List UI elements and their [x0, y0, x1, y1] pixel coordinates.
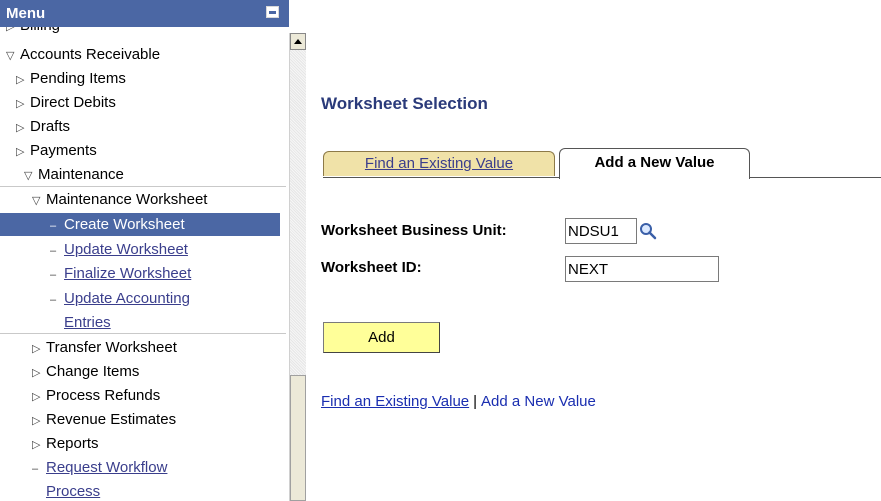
minus-icon[interactable] — [266, 6, 279, 18]
dash-icon: – — [32, 463, 39, 475]
expand-arrow-icon: ▷ — [32, 343, 41, 355]
expand-arrow-icon: ▷ — [16, 146, 25, 158]
menu-item-label: Direct Debits — [30, 94, 116, 111]
menu-item-link[interactable]: Update Accounting — [64, 290, 190, 307]
menu-item-update-accounting[interactable]: – Update Accounting — [50, 287, 190, 310]
menu-divider — [0, 333, 286, 334]
menu-item-link[interactable]: Request Workflow — [46, 459, 167, 476]
menu-item-finalize-worksheet[interactable]: – Finalize Worksheet — [50, 262, 191, 285]
menu-item-label: Drafts — [30, 118, 71, 135]
menu-item-label: Maintenance — [38, 166, 124, 183]
magnifier-icon[interactable] — [639, 222, 657, 240]
expand-arrow-icon: ▷ — [32, 415, 41, 427]
collapse-arrow-icon: ▽ — [24, 170, 33, 182]
worksheet-id-label: Worksheet ID: — [321, 259, 422, 276]
menu-item-label: Change Items — [46, 363, 140, 380]
menu-item-label: Payments — [30, 142, 97, 159]
menu-item-create-worksheet[interactable]: – Create Worksheet — [0, 213, 280, 236]
menu-item-maintenance-worksheet[interactable]: ▽ Maintenance Worksheet — [32, 188, 207, 211]
up-arrow-icon[interactable] — [290, 33, 306, 50]
menu-item-change-items[interactable]: ▷ Change Items — [32, 360, 139, 383]
menu-item-reports[interactable]: ▷ Reports — [32, 432, 99, 455]
tab-label: Find an Existing Value — [364, 155, 514, 172]
menu-scrollbar[interactable] — [289, 33, 306, 501]
menu-header: Menu — [0, 0, 289, 27]
menu-item-payments[interactable]: ▷ Payments — [16, 139, 97, 162]
menu-item-process-refunds[interactable]: ▷ Process Refunds — [32, 384, 160, 407]
page-title: Worksheet Selection — [321, 94, 488, 113]
menu-item-link[interactable]: Update Worksheet — [64, 241, 188, 258]
scrollbar-thumb[interactable] — [290, 375, 306, 501]
expand-arrow-icon: ▷ — [32, 367, 41, 379]
menu-item-transfer-worksheet[interactable]: ▷ Transfer Worksheet — [32, 336, 177, 359]
dash-icon: – — [50, 245, 57, 257]
menu-item-link[interactable]: Entries — [64, 314, 111, 331]
dash-icon: – — [50, 269, 57, 281]
find-existing-value-link[interactable]: Find an Existing Value — [321, 393, 469, 410]
bottom-links: Find an Existing Value | Add a New Value — [321, 393, 596, 410]
tab-gap — [560, 177, 749, 179]
worksheet-id-input[interactable] — [565, 256, 719, 282]
expand-arrow-icon: ▷ — [32, 391, 41, 403]
expand-arrow-icon: ▷ — [32, 439, 41, 451]
menu-item-maintenance[interactable]: ▽ Maintenance — [24, 163, 124, 186]
business-unit-label: Worksheet Business Unit: — [321, 222, 507, 239]
link-separator: | — [473, 393, 478, 410]
menu-item-drafts[interactable]: ▷ Drafts — [16, 115, 70, 138]
expand-arrow-icon: ▷ — [16, 74, 25, 86]
tab-find-existing-value[interactable]: Find an Existing Value — [323, 151, 555, 176]
menu-item-entries[interactable]: Entries — [64, 311, 111, 334]
menu-item-link[interactable]: Process — [46, 483, 100, 500]
menu-divider — [0, 186, 286, 187]
expand-arrow-icon: ▷ — [16, 98, 25, 110]
navigation-menu: ▷Billing ▽Accounts Receivable ▷Pending I… — [0, 0, 289, 501]
menu-item-revenue-estimates[interactable]: ▷ Revenue Estimates — [32, 408, 176, 431]
menu-item-request-workflow[interactable]: – Request Workflow — [32, 456, 167, 479]
menu-item-label: Transfer Worksheet — [46, 339, 177, 356]
menu-item-accounts-receivable[interactable]: ▽ Accounts Receivable — [6, 43, 160, 66]
expand-arrow-icon: ▷ — [16, 122, 25, 134]
menu-item-label: Accounts Receivable — [20, 46, 161, 63]
tab-add-new-value[interactable]: Add a New Value — [559, 148, 750, 179]
menu-item-label: Pending Items — [30, 70, 126, 87]
menu-item-label: Maintenance Worksheet — [46, 191, 208, 208]
menu-item-link[interactable]: Finalize Worksheet — [64, 265, 191, 282]
business-unit-input[interactable] — [565, 218, 637, 244]
menu-item-direct-debits[interactable]: ▷ Direct Debits — [16, 91, 116, 114]
menu-item-process[interactable]: Process — [46, 480, 100, 501]
menu-item-label: Revenue Estimates — [46, 411, 177, 428]
menu-item-label: Process Refunds — [46, 387, 161, 404]
menu-item-update-worksheet[interactable]: – Update Worksheet — [50, 238, 188, 261]
dash-icon: – — [50, 294, 57, 306]
collapse-arrow-icon: ▽ — [6, 50, 15, 62]
menu-item-label: Reports — [46, 435, 99, 452]
menu-item-label: Create Worksheet — [64, 216, 185, 233]
menu-title: Menu — [6, 5, 46, 22]
dash-icon: – — [50, 220, 57, 232]
add-button[interactable]: Add — [323, 322, 440, 353]
add-new-value-link[interactable]: Add a New Value — [481, 393, 596, 410]
menu-item-pending-items[interactable]: ▷ Pending Items — [16, 67, 126, 90]
collapse-arrow-icon: ▽ — [32, 195, 41, 207]
